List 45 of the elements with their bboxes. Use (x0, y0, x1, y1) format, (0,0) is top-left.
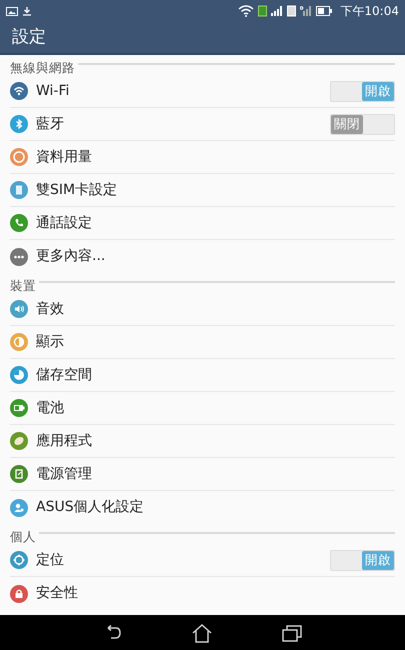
setting-label[interactable]: 顯示 (36, 332, 395, 352)
crosshair-icon (10, 551, 28, 569)
battery-icon (10, 399, 28, 417)
signal-icon (300, 6, 312, 16)
setting-label[interactable]: 電池 (36, 398, 395, 418)
speaker-icon (10, 300, 28, 318)
section-header: 無線與網路 (10, 59, 75, 77)
picture-icon (6, 6, 18, 16)
app-title: 設定 (12, 26, 46, 49)
setting-label[interactable]: ASUS個人化設定 (36, 497, 395, 518)
battery-icon (316, 6, 332, 16)
home-icon[interactable] (190, 622, 212, 642)
setting-label[interactable]: Wi-Fi (36, 80, 330, 102)
more-icon (10, 248, 28, 266)
setting-label[interactable]: 定位 (36, 550, 330, 570)
phone-icon (10, 214, 28, 232)
wifi-icon (10, 82, 28, 100)
clock-time: 下午10:04 (340, 3, 399, 20)
setting-label[interactable]: 應用程式 (36, 430, 395, 452)
setting-label[interactable]: 資料用量 (36, 146, 395, 168)
recent-apps-icon[interactable] (280, 624, 302, 642)
setting-label[interactable]: 更多內容... (36, 246, 395, 267)
setting-label[interactable]: 電源管理 (36, 464, 395, 484)
setting-label[interactable]: 通話設定 (36, 212, 395, 234)
section-header: 裝置 (10, 277, 36, 295)
wifi-icon (238, 5, 254, 17)
sim-card-icon (10, 181, 28, 199)
ring-icon (10, 148, 28, 166)
setting-label[interactable]: 安全性 (36, 583, 395, 604)
person-icon (10, 498, 28, 516)
bluetooth-icon (10, 115, 28, 133)
section-header: 個人 (10, 528, 36, 546)
sim-card-icon (287, 5, 296, 17)
lock-icon (10, 584, 28, 602)
pie-icon (10, 366, 28, 384)
download-icon (22, 6, 32, 16)
sim-card-icon (258, 5, 268, 17)
signal-icon (271, 6, 284, 16)
half-circle-icon (10, 333, 28, 351)
setting-label[interactable]: 音效 (36, 298, 395, 320)
leaf-icon (10, 432, 28, 450)
setting-label[interactable]: 雙SIM卡設定 (36, 180, 395, 200)
setting-label[interactable]: 藍牙 (36, 114, 330, 134)
document-icon (10, 465, 28, 483)
setting-label[interactable]: 儲存空間 (36, 364, 395, 386)
